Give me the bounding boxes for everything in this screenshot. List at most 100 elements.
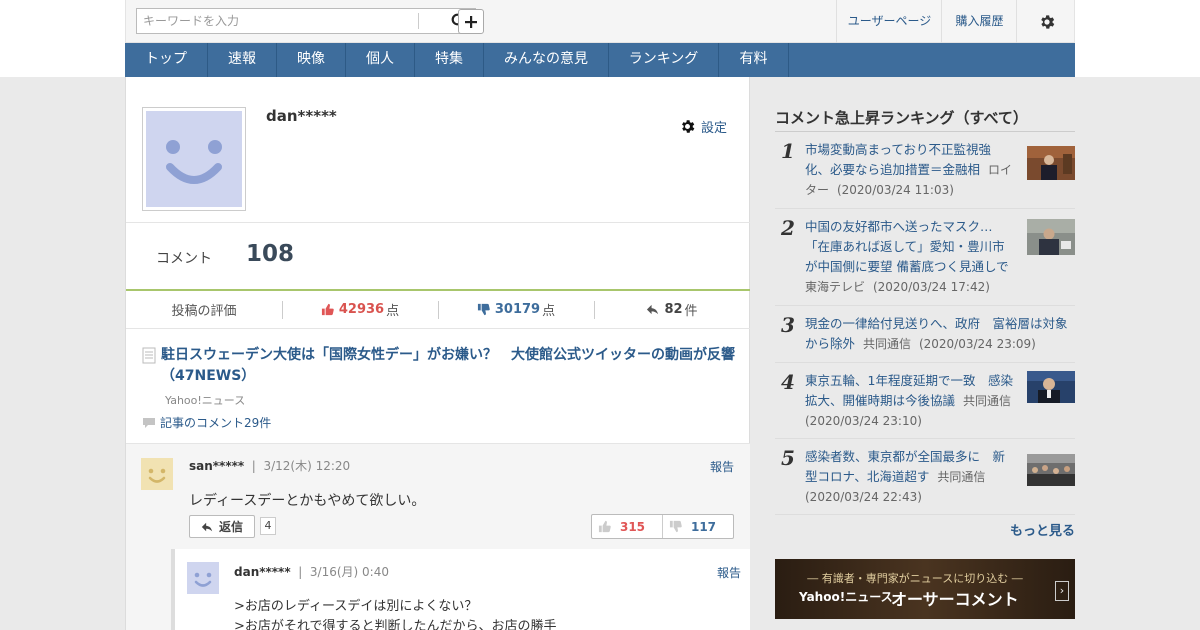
ranking-text: 東京五輪、1年程度延期で一致 感染拡大、開催時期は今後協議 共同通信 (2020… <box>805 371 1017 431</box>
ranking-item[interactable]: 5 感染者数、東京都が全国最多に 新型コロナ、北海道超す 共同通信 (2020/… <box>775 439 1075 515</box>
search-input[interactable] <box>137 9 417 33</box>
ranking-text: 現金の一律給付見送りへ、政府 富裕層は対象から除外 共同通信 (2020/03/… <box>805 314 1073 354</box>
tab-video[interactable]: 映像 <box>277 43 346 77</box>
reply-count-cell: 82 件 <box>594 291 750 328</box>
report-link[interactable]: 報告 <box>710 458 734 475</box>
ranking-time: (2020/03/24 22:43) <box>805 490 922 504</box>
ranking-text: 中国の友好都市へ送ったマスク… 「在庫あれば返して」愛知・豊川市が中国側に要望 … <box>805 217 1017 297</box>
ranking-number: 1 <box>781 139 795 163</box>
ranking-source: 東海テレビ <box>805 280 866 294</box>
bad-rating-cell: 30179 点 <box>438 291 594 328</box>
rating-stats: 投稿の評価 42936 点 30179 点 82 件 <box>126 291 750 329</box>
tab-paid[interactable]: 有料 <box>719 43 789 77</box>
ranking-title-link[interactable]: 中国の友好都市へ送ったマスク… 「在庫あれば返して」愛知・豊川市が中国側に要望 … <box>805 219 1009 274</box>
commenter-avatar <box>141 458 173 490</box>
reply-text-line-2: >お店がそれで得すると判断したんだから、お店の勝手 <box>234 619 557 630</box>
purchase-history-link[interactable]: 購入履歴 <box>941 0 1017 43</box>
author-comment-banner[interactable]: ― 有識者・専門家がニュースに切り込む ― Yahoo!ニュース オーサーコメン… <box>775 559 1075 619</box>
reply-date: 3/16(月) 0:40 <box>309 565 389 579</box>
tab-top[interactable]: トップ <box>125 43 208 77</box>
profile-settings-link[interactable]: 設定 <box>679 117 727 136</box>
ranking-time: (2020/03/24 11:03) <box>836 183 954 197</box>
news-thumbnail <box>1027 454 1075 486</box>
rating-label-cell: 投稿の評価 <box>126 291 282 328</box>
disagree-button[interactable]: 117 <box>662 515 733 538</box>
ranking-number: 2 <box>781 216 795 240</box>
ranking-number: 5 <box>781 446 795 470</box>
commenter-name[interactable]: san***** <box>189 459 244 473</box>
profile-username: dan***** <box>266 107 337 125</box>
ranking-time: (2020/03/24 23:09) <box>918 337 1036 351</box>
good-rating-cell: 42936 点 <box>282 291 438 328</box>
news-thumbnail <box>1027 146 1075 180</box>
tab-breaking[interactable]: 速報 <box>208 43 277 77</box>
ranking-time: (2020/03/24 17:42) <box>872 280 990 294</box>
reply-button[interactable]: 返信 <box>189 515 255 538</box>
main-nav: トップ 速報 映像 個人 特集 みんなの意見 ランキング 有料 <box>125 43 1075 77</box>
ranking-text: 市場変動高まっており不正監視強化、必要なら追加措置＝金融相 ロイター (2020… <box>805 140 1013 200</box>
tab-ranking[interactable]: ランキング <box>609 43 719 77</box>
tab-individual[interactable]: 個人 <box>346 43 415 77</box>
comment-count-label: コメント <box>156 251 212 267</box>
ranking-sidebar: コメント急上昇ランキング（すべて） 1 市場変動高まっており不正監視強化、必要な… <box>775 100 1075 515</box>
article-title-link[interactable]: 駐日スウェーデン大使は「国際女性デー」がお嫌い？ 大使館公式ツイッターの動画が反… <box>161 345 742 387</box>
document-icon <box>142 347 156 364</box>
article-source: Yahoo!ニュース <box>165 394 246 407</box>
comment-meta: san***** | 3/12(木) 12:20 <box>189 459 351 473</box>
reply-count-badge: 4 <box>260 517 276 535</box>
header-bar: ユーザーページ 購入履歴 <box>125 0 1075 43</box>
gear-icon <box>682 120 695 133</box>
add-button[interactable] <box>458 9 484 34</box>
plus-icon <box>465 15 477 28</box>
reply-report-link[interactable]: 報告 <box>717 564 741 581</box>
gear-icon <box>1040 14 1054 29</box>
user-page-link[interactable]: ユーザーページ <box>836 0 942 43</box>
search-divider <box>418 13 419 29</box>
good-points: 42936 <box>338 302 385 317</box>
reply-arrow-icon <box>201 522 213 531</box>
reply-arrow-icon <box>647 304 659 315</box>
reply-meta: dan***** | 3/16(月) 0:40 <box>234 565 389 579</box>
comment-thread: san***** | 3/12(木) 12:20 報告 レディースデーとかもやめ… <box>126 443 750 630</box>
reply-comment: dan***** | 3/16(月) 0:40 報告 >お店のレディースデイは別… <box>171 549 750 630</box>
speech-bubble-icon <box>143 417 155 428</box>
vote-buttons: 315 117 <box>591 514 734 539</box>
smiley-avatar-icon <box>148 468 166 483</box>
chevron-right-icon: › <box>1055 581 1069 601</box>
ranking-text: 感染者数、東京都が全国最多に 新型コロナ、北海道超す 共同通信 (2020/03… <box>805 447 1017 507</box>
tab-feature[interactable]: 特集 <box>415 43 484 77</box>
ranking-time: (2020/03/24 23:10) <box>805 414 922 428</box>
comment-count-value: 108 <box>246 241 295 267</box>
ranking-source: 共同通信 <box>962 394 1011 408</box>
thumbs-down-icon <box>477 303 490 316</box>
thumbs-up-icon <box>598 520 611 533</box>
smiley-avatar-icon <box>166 140 222 184</box>
divider <box>126 222 750 223</box>
comment-text: レディースデーとかもやめて欲しい。 <box>189 493 426 509</box>
more-rankings-link[interactable]: もっと見る <box>775 520 1075 539</box>
rating-label: 投稿の評価 <box>171 304 237 319</box>
ranking-item[interactable]: 3 現金の一律給付見送りへ、政府 富裕層は対象から除外 共同通信 (2020/0… <box>775 306 1075 363</box>
settings-button[interactable] <box>1016 0 1076 43</box>
tab-opinions[interactable]: みんなの意見 <box>484 43 609 77</box>
reply-author-name[interactable]: dan***** <box>234 565 291 579</box>
news-thumbnail <box>1027 371 1075 403</box>
good-points-unit: 点 <box>386 304 400 319</box>
banner-headline: オーサーコメント <box>891 590 1019 609</box>
ranking-title-link[interactable]: 市場変動高まっており不正監視強化、必要なら追加措置＝金融相 <box>805 142 991 177</box>
ranking-item[interactable]: 1 市場変動高まっており不正監視強化、必要なら追加措置＝金融相 ロイター (20… <box>775 132 1075 209</box>
banner-brand: Yahoo!ニュース <box>799 590 893 604</box>
ranking-item[interactable]: 4 東京五輪、1年程度延期で一致 感染拡大、開催時期は今後協議 共同通信 (20… <box>775 363 1075 439</box>
agree-button[interactable]: 315 <box>592 515 662 538</box>
bad-points: 30179 <box>494 302 541 317</box>
comment-date: 3/12(木) 12:20 <box>263 459 351 473</box>
ranking-number: 4 <box>781 370 795 394</box>
article-comments-link[interactable]: 記事のコメント29件 <box>142 414 742 431</box>
disagree-count: 117 <box>690 519 717 534</box>
reply-text-line-1: >お店のレディースデイは別によくない？ <box>234 599 478 614</box>
article-block: 駐日スウェーデン大使は「国際女性デー」がお嫌い？ 大使館公式ツイッターの動画が反… <box>142 345 742 431</box>
reply-count: 82 <box>664 302 683 317</box>
ranking-item[interactable]: 2 中国の友好都市へ送ったマスク… 「在庫あれば返して」愛知・豊川市が中国側に要… <box>775 209 1075 306</box>
reply-count-unit: 件 <box>684 304 698 319</box>
ranking-number: 3 <box>781 313 795 337</box>
